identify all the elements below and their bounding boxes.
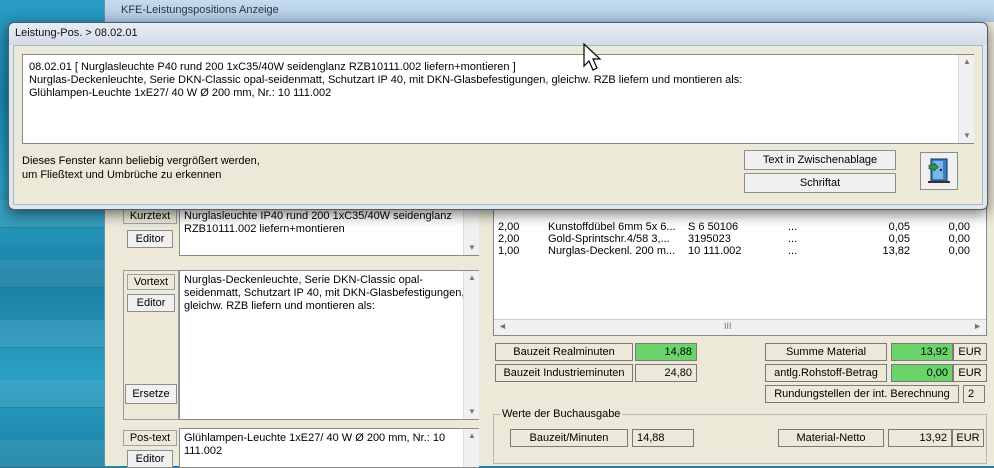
bauzeit-ind-value: 24,80 — [635, 364, 697, 382]
desktop-stripe — [0, 380, 120, 408]
position-text-line-2: Nurglas-Deckenleuchte, Serie DKN-Classic… — [29, 74, 743, 86]
buchausgabe-material-value: 13,92 — [888, 429, 952, 447]
posttext-editor-button[interactable]: Editor — [127, 450, 173, 468]
vortext-editor-button[interactable]: Editor — [127, 294, 175, 312]
table-cell: 1,00 — [498, 245, 520, 257]
buchausgabe-group: Werte der Buchausgabe Bauzeit/Minuten 14… — [493, 408, 987, 464]
table-row[interactable]: 1,00 Nurglas-Deckenl. 200 m... 10 111.002.… — [494, 245, 974, 257]
desktop-stripe — [0, 440, 120, 468]
dialog-title: Leistung-Pos. > 08.02.01 — [9, 23, 987, 45]
main-window-title: KFE-Leistungspositions Anzeige — [105, 0, 994, 22]
leistung-pos-dialog: Leistung-Pos. > 08.02.01 08.02.01 [ Nurg… — [8, 22, 988, 210]
kurztext-field[interactable]: Nurglasleuchte IP40 rund 200 1xC35/40W s… — [179, 206, 479, 256]
table-cell: Gold-Sprintschr.4/58 3,... — [548, 233, 670, 245]
rundung-value[interactable]: 2 — [963, 385, 985, 403]
posttext-label: Pos-text — [123, 430, 177, 446]
position-text-area[interactable]: 08.02.01 [ Nurglasleuchte P40 rund 200 1… — [22, 54, 974, 144]
scroll-down-icon[interactable]: ▼ — [464, 241, 480, 255]
vortext-field[interactable]: Nurglas-Deckenleuchte, Serie DKN-Classic… — [179, 270, 479, 420]
table-cell: 2,00 — [498, 233, 520, 245]
desktop-stripe — [0, 320, 120, 348]
table-row[interactable]: 2,00 Gold-Sprintschr.4/58 3,... 3195023...… — [494, 233, 974, 245]
table-cell: 3195023 — [688, 233, 731, 245]
bauzeit-real-label: Bauzeit Realminuten — [495, 343, 633, 361]
kurztext-text: Nurglasleuchte IP40 rund 200 1xC35/40W s… — [184, 210, 452, 235]
table-cell: S 6 50106 — [688, 221, 739, 233]
table-row[interactable]: 2,00 Kunstoffdübel 6mm 5x 6... S 6 50106..… — [494, 221, 974, 233]
vortext-scrollbar[interactable]: ▲ ▼ — [463, 271, 479, 419]
scroll-right-icon[interactable]: ► — [973, 321, 982, 331]
buchausgabe-material-unit: EUR — [952, 429, 984, 447]
copy-to-clipboard-button[interactable]: Text in Zwischenablage — [744, 150, 896, 170]
rohstoff-label: antlg.Rohstoff-Betrag — [765, 364, 887, 382]
kurztext-label: Kurztext — [123, 208, 177, 224]
vortext-text: Nurglas-Deckenleuchte, Serie DKN-Classic… — [184, 274, 465, 312]
posttext-field[interactable]: Glühlampen-Leuchte 1xE27/ 40 W Ø 200 mm,… — [179, 428, 479, 468]
bauzeit-ind-label: Bauzeit Industrieminuten — [495, 364, 633, 382]
dialog-hint-line-2: um Fließtext und Umbrüche zu erkennen — [22, 169, 222, 181]
scroll-down-icon[interactable]: ▼ — [464, 405, 480, 419]
summe-material-label: Summe Material — [765, 343, 887, 361]
table-cell: Nurglas-Deckenl. 200 m... — [548, 245, 676, 257]
rohstoff-value: 0,00 — [891, 364, 953, 382]
scroll-up-icon[interactable]: ▲ — [464, 429, 480, 443]
exit-door-button[interactable] — [920, 152, 958, 190]
table-cell: ... — [788, 245, 798, 257]
ersetze-button[interactable]: Ersetze — [125, 384, 177, 404]
dialog-hint-line-1: Dieses Fenster kann beliebig vergrößert … — [22, 155, 260, 167]
exit-door-icon — [928, 158, 950, 183]
dialog-hint: Dieses Fenster kann beliebig vergrößert … — [22, 154, 260, 182]
scroll-thumb-grip[interactable]: III — [724, 321, 732, 331]
table-cell: 0,00 — [948, 221, 970, 233]
kurztext-editor-button[interactable]: Editor — [127, 230, 173, 248]
bauzeit-real-value: 14,88 — [635, 343, 697, 361]
table-cell: 10 111.002 — [688, 245, 742, 257]
material-table-body: 2,00 Kunstoffdübel 6mm 5x 6... S 6 50106..… — [494, 221, 974, 257]
scroll-up-icon[interactable]: ▲ — [464, 271, 480, 285]
dialog-body: 08.02.01 [ Nurglasleuchte P40 rund 200 1… — [13, 45, 983, 205]
material-table[interactable]: 2,00 Kunstoffdübel 6mm 5x 6... S 6 50106..… — [493, 206, 987, 336]
table-cell: 2,00 — [498, 221, 520, 233]
table-cell: 0,00 — [948, 233, 970, 245]
kurztext-scrollbar[interactable]: ▼ — [463, 207, 479, 255]
summe-material-unit: EUR — [953, 343, 987, 361]
scroll-up-icon[interactable]: ▲ — [959, 55, 975, 69]
table-cell: 13,82 — [882, 245, 910, 257]
buchausgabe-title: Werte der Buchausgabe — [500, 408, 623, 420]
buchausgabe-bauzeit-label: Bauzeit/Minuten — [510, 429, 628, 447]
position-text-line-3: Glühlampen-Leuchte 1xE27/ 40 W Ø 200 mm,… — [29, 87, 332, 99]
desktop-stripe — [0, 260, 120, 288]
position-text-scrollbar[interactable]: ▲ ▼ — [958, 55, 974, 143]
buchausgabe-bauzeit-value: 14,88 — [632, 429, 694, 447]
position-text-line-1: 08.02.01 [ Nurglasleuchte P40 rund 200 1… — [29, 61, 516, 73]
summe-material-value: 13,92 — [891, 343, 953, 361]
scroll-down-icon[interactable]: ▼ — [959, 129, 975, 143]
scroll-left-icon[interactable]: ◄ — [498, 321, 507, 331]
table-cell: ... — [788, 221, 798, 233]
table-cell: 0,05 — [888, 221, 910, 233]
mouse-cursor-icon — [583, 42, 602, 71]
rohstoff-unit: EUR — [953, 364, 987, 382]
posttext-text: Glühlampen-Leuchte 1xE27/ 40 W Ø 200 mm,… — [184, 432, 446, 457]
material-table-hscroll[interactable]: ◄ III ► — [494, 319, 986, 335]
table-cell: 0,05 — [888, 233, 910, 245]
rundung-label: Rundungstellen der int. Berechnung — [765, 385, 959, 403]
buchausgabe-material-label: Material-Netto — [778, 429, 884, 447]
vortext-label: Vortext — [127, 274, 175, 290]
table-cell: Kunstoffdübel 6mm 5x 6... — [548, 221, 676, 233]
table-cell: 0,00 — [948, 245, 970, 257]
font-button[interactable]: Schriftat — [744, 173, 896, 193]
posttext-scrollbar[interactable]: ▲ — [463, 429, 479, 467]
table-cell: ... — [788, 233, 798, 245]
